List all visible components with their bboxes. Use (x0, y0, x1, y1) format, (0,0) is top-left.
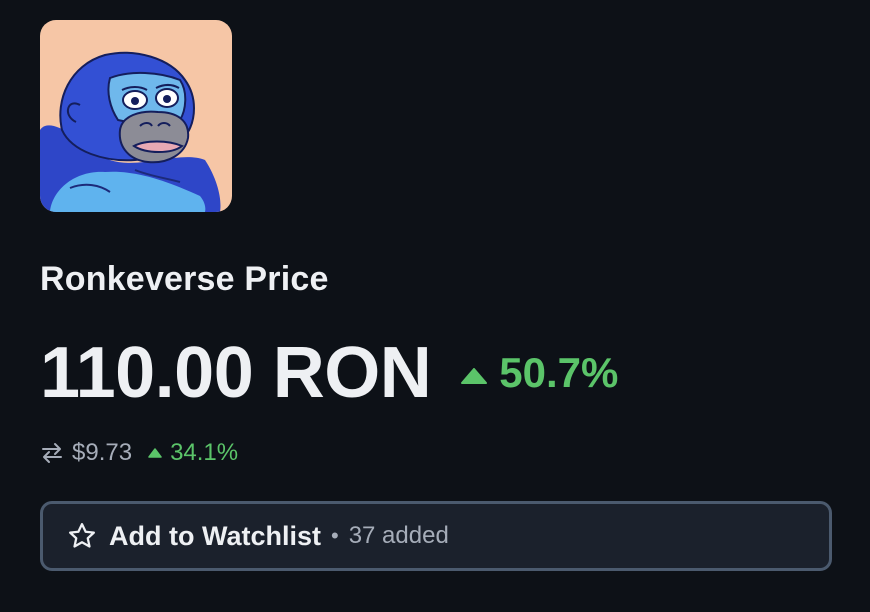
separator-dot: • (330, 523, 339, 548)
star-icon (67, 521, 97, 551)
usd-price-change: 34.1% (148, 439, 238, 467)
watchlist-label: Add to Watchlist (109, 520, 321, 551)
page-title: Ronkeverse Price (40, 260, 329, 298)
usd-price: $9.73 (72, 439, 133, 466)
watchlist-added-count: 37 added (348, 522, 449, 549)
caret-up-icon (461, 346, 488, 394)
usd-price-change-value: 34.1% (170, 439, 239, 466)
price-change: 50.7% (461, 349, 618, 397)
swap-arrows-icon (40, 442, 64, 464)
price-change-value: 50.7% (499, 349, 619, 396)
token-price: 110.00 RON (40, 333, 432, 413)
price-row: 110.00 RON 50.7% (40, 330, 618, 416)
caret-up-small-icon (148, 437, 162, 465)
blue-ape-avatar-icon (40, 20, 232, 212)
usd-price-row: $9.73 34.1% (40, 436, 238, 470)
token-avatar (40, 20, 232, 212)
add-to-watchlist-button[interactable]: Add to Watchlist • 37 added (40, 501, 832, 571)
